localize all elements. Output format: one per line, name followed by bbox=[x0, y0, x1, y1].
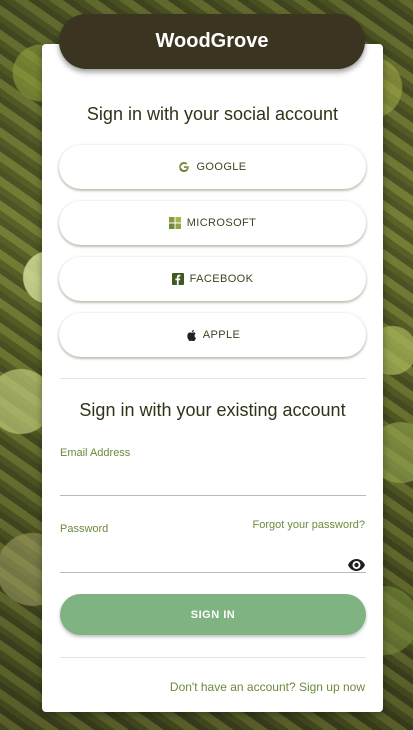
sign-up-link[interactable]: Don't have an account? Sign up now bbox=[170, 680, 365, 694]
microsoft-signin-button[interactable]: MICROSOFT bbox=[59, 201, 366, 245]
microsoft-button-label: MICROSOFT bbox=[186, 217, 257, 229]
apple-button-label: APPLE bbox=[202, 329, 241, 341]
email-input[interactable] bbox=[60, 473, 366, 496]
microsoft-icon bbox=[168, 217, 181, 229]
password-label: Password bbox=[60, 523, 109, 535]
footer-divider bbox=[60, 657, 366, 658]
facebook-button-label: FACEBOOK bbox=[189, 273, 254, 285]
existing-account-heading: Sign in with your existing account bbox=[79, 400, 346, 420]
facebook-signin-button[interactable]: FACEBOOK bbox=[59, 257, 366, 301]
sign-in-button[interactable]: SIGN IN bbox=[60, 594, 366, 635]
google-icon bbox=[178, 161, 190, 173]
google-button-label: GOOGLE bbox=[196, 161, 247, 173]
brand-title: WoodGrove bbox=[155, 30, 269, 52]
section-divider bbox=[60, 378, 366, 379]
social-signin-heading: Sign in with your social account bbox=[86, 104, 339, 124]
email-label: Email Address bbox=[60, 447, 131, 459]
password-input[interactable] bbox=[60, 550, 366, 573]
apple-icon bbox=[185, 329, 197, 341]
eye-icon[interactable] bbox=[348, 558, 365, 571]
sign-in-button-label: SIGN IN bbox=[190, 608, 236, 621]
apple-signin-button[interactable]: APPLE bbox=[59, 313, 366, 357]
google-signin-button[interactable]: GOOGLE bbox=[59, 145, 366, 189]
forgot-password-link[interactable]: Forgot your password? bbox=[253, 519, 366, 531]
facebook-icon bbox=[171, 273, 184, 285]
brand-header: WoodGrove bbox=[59, 14, 365, 69]
